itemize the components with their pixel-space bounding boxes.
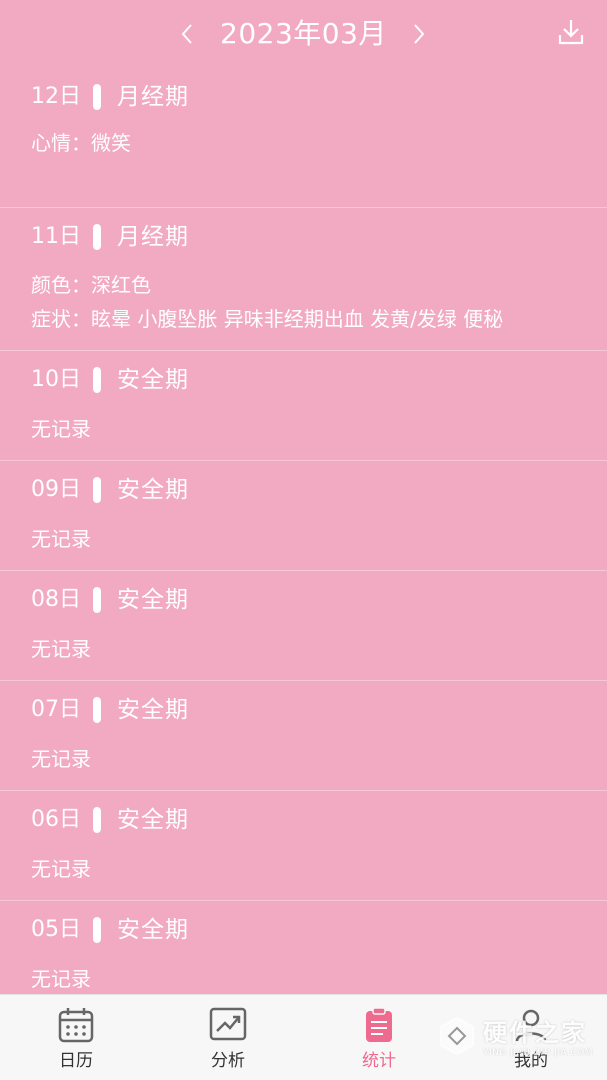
- entry-phase: 月经期: [117, 84, 189, 110]
- entry-detail: 症状：眩晕 小腹坠胀 异味非经期出血 发黄/发绿 便秘: [31, 307, 504, 331]
- entry-detail: 无记录: [31, 967, 91, 991]
- entry-day: 07日: [31, 697, 81, 722]
- list-item[interactable]: 11日 月经期 颜色：深红色 症状：眩晕 小腹坠胀 异味非经期出血 发黄/发绿 …: [0, 208, 607, 351]
- phase-marker: [93, 587, 101, 613]
- entry-day: 11日: [31, 224, 81, 249]
- entry-detail: 心情：微笑: [31, 131, 131, 155]
- entry-phase: 安全期: [117, 477, 189, 503]
- download-button[interactable]: [555, 16, 587, 48]
- entry-day: 12日: [31, 84, 81, 109]
- list-item[interactable]: 09日 安全期 无记录: [0, 461, 607, 571]
- entry-phase: 安全期: [117, 367, 189, 393]
- trend-chart-icon: [209, 1007, 247, 1041]
- entry-detail: 颜色：深红色: [31, 273, 151, 297]
- phase-marker: [93, 697, 101, 723]
- entry-phase: 安全期: [117, 917, 189, 943]
- entry-day: 06日: [31, 807, 81, 832]
- next-month-button[interactable]: [404, 14, 434, 54]
- phase-marker: [93, 224, 101, 250]
- entry-day: 08日: [31, 587, 81, 612]
- list-item[interactable]: 12日 月经期 心情：微笑: [0, 68, 607, 208]
- phase-marker: [93, 917, 101, 943]
- phase-marker: [93, 477, 101, 503]
- entry-detail: 无记录: [31, 527, 91, 551]
- record-list: 12日 月经期 心情：微笑 11日 月经期 颜色：深红色 症状：眩晕 小腹坠胀 …: [0, 68, 607, 1011]
- entry-phase: 月经期: [117, 224, 189, 250]
- phase-marker: [93, 807, 101, 833]
- bottom-tab-bar: 日历 分析 统计 我的 硬件之家 YING JIAN ZHI JIA.COM: [0, 994, 607, 1080]
- entry-detail: 无记录: [31, 637, 91, 661]
- tab-label: 日历: [59, 1051, 93, 1071]
- list-item[interactable]: 08日 安全期 无记录: [0, 571, 607, 681]
- watermark-logo-icon: [439, 1016, 474, 1055]
- entry-detail: 无记录: [31, 417, 91, 441]
- entry-day: 05日: [31, 917, 81, 942]
- entry-phase: 安全期: [117, 807, 189, 833]
- download-icon: [558, 20, 584, 45]
- month-title: 2023年03月: [220, 17, 387, 50]
- tab-label: 分析: [211, 1051, 245, 1071]
- watermark: 硬件之家 YING JIAN ZHI JIA.COM: [437, 1013, 593, 1058]
- entry-phase: 安全期: [117, 697, 189, 723]
- tab-statistics[interactable]: 统计: [303, 995, 455, 1080]
- clipboard-icon: [366, 1007, 392, 1042]
- entry-day: 09日: [31, 477, 81, 502]
- phase-marker: [93, 84, 101, 110]
- watermark-subtext: YING JIAN ZHI JIA.COM: [482, 1048, 593, 1058]
- chevron-right-icon: [414, 24, 425, 44]
- entry-phase: 安全期: [117, 587, 189, 613]
- entry-day: 10日: [31, 367, 81, 392]
- tab-label: 统计: [362, 1051, 396, 1071]
- list-item[interactable]: 10日 安全期 无记录: [0, 351, 607, 461]
- entry-detail: 无记录: [31, 747, 91, 771]
- calendar-icon: [58, 1008, 94, 1043]
- header: 2023年03月: [0, 0, 607, 68]
- tab-calendar[interactable]: 日历: [0, 995, 152, 1080]
- phase-marker: [93, 367, 101, 393]
- entry-detail: 无记录: [31, 857, 91, 881]
- list-item[interactable]: 06日 安全期 无记录: [0, 791, 607, 901]
- tab-analysis[interactable]: 分析: [152, 995, 304, 1080]
- list-item[interactable]: 07日 安全期 无记录: [0, 681, 607, 791]
- watermark-text: 硬件之家: [482, 1019, 587, 1047]
